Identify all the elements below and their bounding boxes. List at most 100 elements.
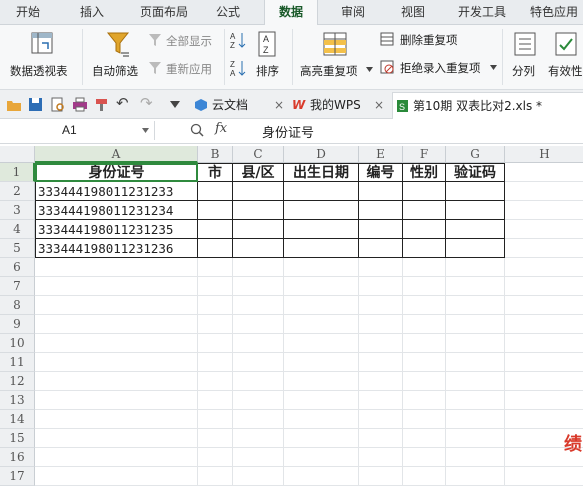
cell-h12[interactable]: [505, 372, 583, 391]
cell-f8[interactable]: [403, 296, 446, 315]
cell-g17[interactable]: [446, 467, 505, 486]
cell-h8[interactable]: [505, 296, 583, 315]
cell-a4[interactable]: 333444198011231235: [35, 220, 198, 239]
zoom-icon[interactable]: [190, 123, 204, 137]
cell-e9[interactable]: [359, 315, 403, 334]
cell-g11[interactable]: [446, 353, 505, 372]
row-header-13[interactable]: 13: [0, 391, 35, 410]
cell-d6[interactable]: [284, 258, 359, 277]
cell-a15[interactable]: [35, 429, 198, 448]
cell-c8[interactable]: [233, 296, 284, 315]
cell-b4[interactable]: [198, 220, 233, 239]
cell-b2[interactable]: [198, 182, 233, 201]
cell-b3[interactable]: [198, 201, 233, 220]
cell-f6[interactable]: [403, 258, 446, 277]
cell-e15[interactable]: [359, 429, 403, 448]
tab-review[interactable]: 审阅: [333, 0, 373, 24]
cell-g15[interactable]: [446, 429, 505, 448]
cell-c9[interactable]: [233, 315, 284, 334]
cell-c10[interactable]: [233, 334, 284, 353]
cell-g4[interactable]: [446, 220, 505, 239]
cell-a13[interactable]: [35, 391, 198, 410]
autofilter-button[interactable]: 自动筛选: [88, 29, 146, 85]
cell-g2[interactable]: [446, 182, 505, 201]
cell-h3[interactable]: [505, 201, 583, 220]
active-cell-a1[interactable]: 身份证号: [35, 163, 198, 182]
cell-f9[interactable]: [403, 315, 446, 334]
cell-h7[interactable]: [505, 277, 583, 296]
text-to-columns-button[interactable]: 分列: [508, 29, 542, 85]
redo-icon[interactable]: ↷: [140, 94, 153, 112]
cell-d10[interactable]: [284, 334, 359, 353]
cell-e8[interactable]: [359, 296, 403, 315]
cell-b1[interactable]: 市: [198, 163, 233, 182]
column-header-b[interactable]: B: [198, 146, 233, 163]
name-box[interactable]: A1: [4, 121, 155, 140]
row-header-4[interactable]: 4: [0, 220, 35, 239]
remove-duplicates-button[interactable]: 删除重复项: [380, 31, 480, 49]
cell-g7[interactable]: [446, 277, 505, 296]
tab-insert[interactable]: 插入: [72, 0, 112, 24]
cell-d2[interactable]: [284, 182, 359, 201]
cell-e10[interactable]: [359, 334, 403, 353]
cell-c6[interactable]: [233, 258, 284, 277]
cell-d17[interactable]: [284, 467, 359, 486]
cell-g5[interactable]: [446, 239, 505, 258]
cell-f4[interactable]: [403, 220, 446, 239]
column-header-f[interactable]: F: [403, 146, 446, 163]
cell-e7[interactable]: [359, 277, 403, 296]
cell-b9[interactable]: [198, 315, 233, 334]
tab-view[interactable]: 视图: [393, 0, 433, 24]
cell-g10[interactable]: [446, 334, 505, 353]
cell-c15[interactable]: [233, 429, 284, 448]
cell-e2[interactable]: [359, 182, 403, 201]
cell-e12[interactable]: [359, 372, 403, 391]
row-header-8[interactable]: 8: [0, 296, 35, 315]
undo-icon[interactable]: ↶: [116, 94, 129, 112]
tab-special[interactable]: 特色应用: [522, 0, 583, 24]
cell-g16[interactable]: [446, 448, 505, 467]
cell-f14[interactable]: [403, 410, 446, 429]
cell-c16[interactable]: [233, 448, 284, 467]
cell-h6[interactable]: [505, 258, 583, 277]
cell-d12[interactable]: [284, 372, 359, 391]
print-preview-icon[interactable]: [50, 97, 65, 112]
doc-tab-active-file[interactable]: S 第10期 双表比对2.xls *: [392, 92, 583, 119]
close-icon[interactable]: ×: [374, 92, 384, 118]
format-painter-icon[interactable]: [94, 97, 109, 112]
data-validation-button[interactable]: 有效性: [544, 29, 583, 85]
cell-e3[interactable]: [359, 201, 403, 220]
cell-a9[interactable]: [35, 315, 198, 334]
row-header-16[interactable]: 16: [0, 448, 35, 467]
cell-a7[interactable]: [35, 277, 198, 296]
show-all-button[interactable]: 全部显示: [148, 31, 220, 49]
column-header-g[interactable]: G: [446, 146, 505, 163]
cell-c17[interactable]: [233, 467, 284, 486]
save-icon[interactable]: [28, 97, 43, 112]
cell-e4[interactable]: [359, 220, 403, 239]
tab-developer[interactable]: 开发工具: [450, 0, 514, 24]
row-header-12[interactable]: 12: [0, 372, 35, 391]
tab-data[interactable]: 数据: [264, 0, 318, 25]
cell-a14[interactable]: [35, 410, 198, 429]
cell-a16[interactable]: [35, 448, 198, 467]
cell-g6[interactable]: [446, 258, 505, 277]
cell-c13[interactable]: [233, 391, 284, 410]
cell-c5[interactable]: [233, 239, 284, 258]
cell-c4[interactable]: [233, 220, 284, 239]
cell-f5[interactable]: [403, 239, 446, 258]
row-header-14[interactable]: 14: [0, 410, 35, 429]
cell-d4[interactable]: [284, 220, 359, 239]
highlight-duplicates-button[interactable]: 高亮重复项: [298, 29, 374, 85]
cell-h5[interactable]: [505, 239, 583, 258]
cell-a17[interactable]: [35, 467, 198, 486]
cell-b5[interactable]: [198, 239, 233, 258]
cell-h1[interactable]: [505, 163, 583, 182]
reject-duplicates-button[interactable]: 拒绝录入重复项: [380, 59, 498, 77]
sort-button[interactable]: A Z 排序: [252, 29, 288, 85]
cell-g9[interactable]: [446, 315, 505, 334]
cell-g12[interactable]: [446, 372, 505, 391]
row-header-9[interactable]: 9: [0, 315, 35, 334]
row-header-17[interactable]: 17: [0, 467, 35, 486]
cell-b8[interactable]: [198, 296, 233, 315]
